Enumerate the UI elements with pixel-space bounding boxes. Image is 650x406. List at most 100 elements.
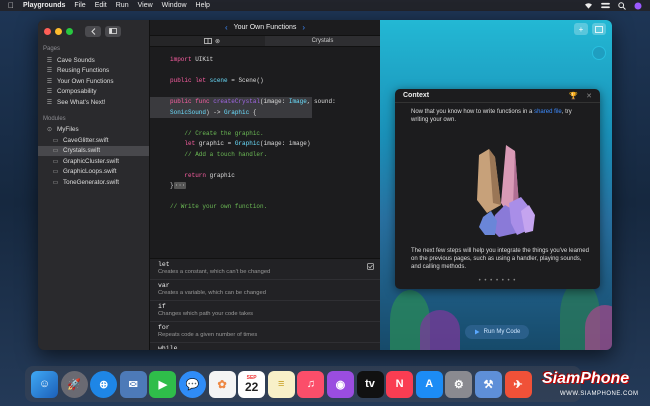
menu-help[interactable]: Help	[196, 2, 210, 9]
page-icon: ☰	[46, 68, 53, 75]
safari-icon[interactable]: ⊕	[90, 370, 118, 398]
menu-file[interactable]: File	[74, 2, 85, 9]
news-icon[interactable]: N	[386, 370, 414, 398]
context-card: Context 🏆 ✕ Now that you know how to wri…	[395, 89, 600, 289]
play-icon	[474, 329, 480, 335]
code-line: public func createCrystal(image: Image, …	[150, 97, 336, 108]
completion-item[interactable]: var Creates a variable, which can be cha…	[150, 280, 380, 301]
spotlight-search-icon[interactable]	[618, 1, 626, 10]
completion-item[interactable]: while	[150, 343, 380, 349]
music-icon[interactable]: ♫	[297, 370, 325, 398]
code-editor: ‹ Your Own Functions › ⊗ Crystals import…	[150, 20, 380, 350]
trophy-icon[interactable]: 🏆	[569, 92, 578, 100]
pages-section-header: Pages	[43, 46, 61, 52]
context-intro: Now that you know how to write functions…	[395, 103, 600, 124]
run-my-code-button[interactable]: Run My Code	[465, 325, 529, 339]
xcode-icon[interactable]: ⚒	[474, 370, 502, 398]
messages-icon[interactable]: 💬	[178, 370, 206, 398]
photos-icon[interactable]: ✿	[208, 370, 236, 398]
app-store-icon[interactable]: A	[415, 370, 443, 398]
calendar-icon[interactable]: SEP 22	[238, 370, 266, 398]
code-area[interactable]: import UIKit public let scene = Scene() …	[150, 47, 380, 213]
previous-page-icon[interactable]: ‹	[225, 23, 228, 32]
sidebar-page-your-own-functions[interactable]: ☰ Your Own Functions	[38, 76, 149, 87]
tab-crystals[interactable]: ⊗ Crystals	[215, 36, 380, 46]
sidebar-module-myfiles[interactable]: ⊙ MyFiles	[38, 125, 149, 136]
sidebar-file-label: Crystals.swift	[63, 147, 101, 155]
sidebar-page-see-whats-next[interactable]: ☰ See What's Next!	[38, 97, 149, 108]
swift-file-icon: ▭	[52, 137, 59, 144]
wifi-icon[interactable]	[584, 2, 593, 9]
sidebar-file-tonegenerator[interactable]: ▭ ToneGenerator.swift	[38, 177, 149, 188]
launchpad-icon[interactable]: 🚀	[60, 370, 88, 398]
finder-icon[interactable]: ☺	[31, 370, 58, 398]
completion-item[interactable]: let Creates a constant, which can't be c…	[150, 259, 380, 280]
live-view-toolbar: +	[574, 23, 606, 35]
add-button[interactable]: +	[574, 23, 588, 35]
page-indicator[interactable]: • • • • • • •	[395, 278, 600, 284]
library-button[interactable]	[592, 23, 606, 35]
modules-section-header: Modules	[43, 115, 66, 122]
menu-bar:  Playgrounds File Edit Run View Window …	[0, 0, 650, 11]
code-line: // Create the graphic.	[170, 129, 264, 137]
completion-item[interactable]: for Repeats code a given number of times	[150, 322, 380, 343]
sidebar-file-graphiccluster[interactable]: ▭ GraphicCluster.swift	[38, 156, 149, 167]
menu-run[interactable]: Run	[116, 2, 129, 9]
menu-app-name[interactable]: Playgrounds	[23, 2, 65, 9]
minimize-window-button[interactable]	[55, 27, 62, 35]
tab-main-page[interactable]	[150, 36, 265, 46]
system-preferences-icon[interactable]: ⚙	[445, 370, 473, 398]
completion-description: Creates a constant, which can't be chang…	[158, 269, 271, 275]
desktop:  Playgrounds File Edit Run View Window …	[0, 0, 650, 406]
back-button[interactable]	[85, 25, 101, 37]
completion-term: if	[158, 303, 166, 310]
zoom-window-button[interactable]	[66, 27, 73, 35]
siamphone-watermark: SiamPhone WWW.SIAMPHONE.COM	[530, 370, 648, 402]
apple-tv-icon[interactable]: tv	[356, 370, 384, 398]
menu-window[interactable]: Window	[162, 2, 187, 9]
checkbox-icon[interactable]	[367, 263, 374, 270]
shared-file-link[interactable]: shared file	[534, 109, 562, 115]
sidebar-file-label: GraphicLoops.swift	[63, 168, 117, 176]
podcasts-icon[interactable]: ◉	[326, 370, 354, 398]
sidebar-page-composability[interactable]: ☰ Composability	[38, 87, 149, 98]
apple-menu-icon[interactable]: 	[8, 1, 14, 10]
menu-view[interactable]: View	[138, 2, 153, 9]
watermark-brand: SiamPhone	[542, 370, 630, 387]
menu-edit[interactable]: Edit	[95, 2, 107, 9]
siri-icon[interactable]	[634, 2, 642, 10]
page-title: Your Own Functions	[233, 24, 297, 31]
close-tab-icon[interactable]: ⊗	[215, 38, 220, 45]
run-button-label: Run My Code	[483, 329, 521, 335]
sidebar-titlebar	[38, 20, 149, 42]
facetime-icon[interactable]: ▶	[149, 370, 177, 398]
sidebar-icon	[109, 28, 117, 34]
close-window-button[interactable]	[44, 27, 51, 35]
next-page-icon[interactable]: ›	[302, 23, 305, 32]
sidebar-page-cave-sounds[interactable]: ☰ Cave Sounds	[38, 55, 149, 66]
module-icon: ⊙	[46, 127, 53, 134]
book-icon	[203, 38, 212, 44]
calendar-day: 22	[244, 380, 259, 394]
photo-booth-icon[interactable]: ✉	[119, 370, 147, 398]
sidebar-file-graphicloops[interactable]: ▭ GraphicLoops.swift	[38, 167, 149, 178]
close-icon[interactable]: ✕	[586, 92, 592, 100]
sidebar-page-label: Cave Sounds	[57, 56, 95, 64]
code-completion-list: let Creates a constant, which can't be c…	[150, 258, 380, 350]
code-line: return graphic	[184, 171, 235, 179]
control-center-icon[interactable]	[601, 2, 610, 9]
swift-playgrounds-icon[interactable]: ✈	[504, 370, 532, 398]
sidebar-file-crystals[interactable]: ▭ Crystals.swift	[38, 145, 149, 156]
sidebar-file-caveglitter[interactable]: ▭ CaveGlitter.swift	[38, 135, 149, 146]
toggle-sidebar-button[interactable]	[105, 25, 121, 37]
sidebar-page-label: Composability	[57, 88, 97, 96]
sidebar-page-reusing-functions[interactable]: ☰ Reusing Functions	[38, 66, 149, 77]
page-icon: ☰	[46, 57, 53, 64]
completion-description: Repeats code a given number of times	[158, 332, 258, 338]
notes-icon[interactable]: ≡	[267, 370, 295, 398]
live-view[interactable]: + Context 🏆 ✕ Now that you know how to w…	[380, 20, 612, 350]
page-icon: ☰	[46, 78, 53, 85]
completion-item[interactable]: if Changes which path your code takes	[150, 301, 380, 322]
